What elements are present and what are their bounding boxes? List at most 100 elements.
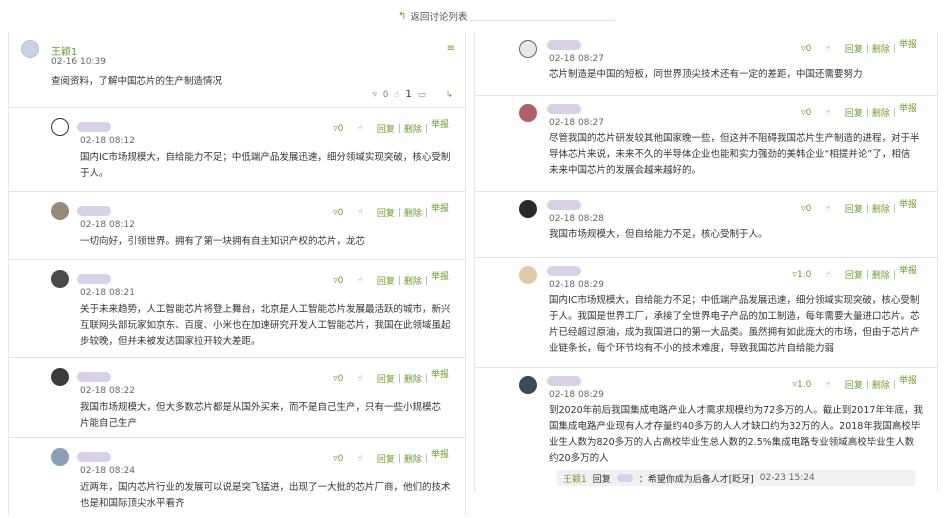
dislike-button[interactable]: ▿0 — [333, 208, 343, 218]
report-button[interactable]: 举报 — [899, 37, 917, 50]
avatar[interactable] — [51, 202, 69, 220]
blurred-username — [616, 474, 633, 482]
report-button[interactable]: 举报 — [431, 201, 449, 214]
delete-button[interactable]: 删除 — [872, 378, 890, 391]
dislike-button[interactable]: ▿0 — [801, 204, 811, 214]
right-column: 02-18 08:27 芯片制造是中国的短板，同世界顶尖技术还有一定的差距，中国… — [474, 32, 938, 492]
delete-button[interactable]: 删除 — [872, 42, 890, 55]
sub-reply-user[interactable]: 王颖1 — [563, 472, 587, 485]
delete-button[interactable]: 删除 — [872, 202, 890, 215]
dislike-button[interactable]: ▿0 — [801, 108, 811, 118]
blurred-username — [547, 104, 581, 114]
avatar[interactable] — [51, 118, 69, 136]
list-menu-icon[interactable]: ≡ — [447, 43, 455, 54]
avatar[interactable] — [51, 368, 69, 386]
reply-item: 02-18 08:27 芯片制造是中国的短板，同世界顶尖技术还有一定的差距，中国… — [475, 32, 937, 96]
reply-actions: ▿0 ☝ 回复 | 删除 | 举报 — [333, 272, 449, 287]
thumb-up-icon[interactable]: ☝ — [357, 454, 362, 464]
reply-actions: ▿0 ☝ 回复 | 删除 | 举报 — [333, 450, 449, 465]
reply-button[interactable]: 回复 — [377, 274, 395, 287]
thumb-up-icon[interactable]: ☝ — [357, 276, 362, 286]
reply-button[interactable]: 回复 — [377, 372, 395, 385]
reply-actions: ▿1.0 ☝ 回复 | 删除 | 举报 — [793, 376, 917, 391]
sub-reply-time: 02-23 15:24 — [759, 473, 815, 483]
thumb-up-icon[interactable]: ☝ — [825, 108, 830, 118]
thumb-up-icon[interactable]: ☝ — [394, 90, 399, 100]
reply-item: 02-18 08:12 一切向好，引领世界。拥有了第一块拥有自主知识产权的芯片，… — [9, 192, 465, 260]
reply-date: 02-18 08:28 — [549, 214, 604, 224]
blurred-username — [547, 40, 581, 50]
expand-icon[interactable]: ↳ — [446, 90, 453, 100]
reply-button[interactable]: 回复 — [845, 202, 863, 215]
thumb-up-icon[interactable]: ☝ — [825, 204, 830, 214]
avatar[interactable] — [519, 200, 537, 218]
delete-button[interactable]: 删除 — [404, 372, 422, 385]
report-button[interactable]: 举报 — [899, 263, 917, 276]
reply-text: 尽管我国的芯片研发较其他国家晚一些，但这并不阻碍我国芯片生产制造的进程，对于半导… — [549, 133, 920, 176]
thumb-down-icon[interactable]: ▿ — [373, 90, 377, 100]
avatar[interactable] — [51, 270, 69, 288]
avatar[interactable] — [51, 448, 69, 466]
reply-date: 02-18 08:29 — [549, 390, 604, 400]
avatar[interactable] — [519, 104, 537, 122]
avatar[interactable] — [519, 266, 537, 284]
blurred-username — [547, 200, 581, 210]
original-post: 王颖1 02-16 10:39 查阅资料，了解中国芯片的生产制造情况 ≡ ▿ 0… — [9, 32, 465, 108]
report-button[interactable]: 举报 — [899, 373, 917, 386]
dislike-button[interactable]: ▿1.0 — [793, 380, 812, 390]
sub-reply: 王颖1 回复 ：希望你成为后备人才[眨牙] 02-23 15:24 — [557, 470, 915, 486]
reply-button[interactable]: 回复 — [377, 206, 395, 219]
report-button[interactable]: 举报 — [899, 197, 917, 210]
dislike-button[interactable]: ▿0 — [333, 276, 343, 286]
delete-button[interactable]: 删除 — [404, 452, 422, 465]
avatar[interactable] — [519, 40, 537, 58]
back-to-list-link[interactable]: ↰ 返回讨论列表 — [398, 9, 467, 24]
report-button[interactable]: 举报 — [431, 117, 449, 130]
reply-date: 02-18 08:12 — [80, 220, 135, 230]
reply-button[interactable]: 回复 — [377, 452, 395, 465]
dislike-button[interactable]: ▿1.0 — [793, 270, 812, 280]
delete-button[interactable]: 删除 — [872, 106, 890, 119]
report-button[interactable]: 举报 — [431, 269, 449, 282]
thumb-up-icon[interactable]: ☝ — [825, 270, 830, 280]
dislike-button[interactable]: ▿0 — [333, 374, 343, 384]
blurred-username — [77, 274, 111, 284]
delete-button[interactable]: 删除 — [872, 268, 890, 281]
thumb-up-icon[interactable]: ☝ — [357, 208, 362, 218]
thumb-up-icon[interactable]: ☝ — [357, 374, 362, 384]
report-button[interactable]: 举报 — [431, 367, 449, 380]
avatar[interactable] — [519, 376, 537, 394]
reply-actions: ▿0 ☝ 回复 | 删除 | 举报 — [333, 120, 449, 135]
reply-button[interactable]: 回复 — [845, 42, 863, 55]
reply-button[interactable]: 回复 — [845, 268, 863, 281]
dislike-button[interactable]: ▿0 — [333, 124, 343, 134]
avatar[interactable] — [21, 40, 39, 58]
thumb-up-icon[interactable]: ☝ — [357, 124, 362, 134]
divider — [470, 20, 615, 21]
reply-item: 02-18 08:28 我国市场规模大，但自给能力不足，核心受制于人。 ▿0 ☝… — [475, 192, 937, 258]
reply-date: 02-18 08:21 — [80, 288, 135, 298]
dislike-button[interactable]: ▿0 — [801, 44, 811, 54]
delete-button[interactable]: 删除 — [404, 274, 422, 287]
reply-button[interactable]: 回复 — [845, 378, 863, 391]
reply-text: 一切向好，引领世界。拥有了第一块拥有自主知识产权的芯片，龙芯 — [80, 236, 366, 247]
reply-item: 02-18 08:29 到2020年前后我国集成电路产业人才需求规模约为72多万… — [475, 368, 937, 492]
reply-button[interactable]: 回复 — [845, 106, 863, 119]
comment-icon[interactable]: ▭ — [418, 90, 426, 100]
post-author[interactable]: 王颖1 — [51, 43, 77, 58]
report-button[interactable]: 举报 — [899, 101, 917, 114]
reply-text: 到2020年前后我国集成电路产业人才需求规模约为72多万的人。截止到2017年年… — [549, 405, 923, 464]
reply-date: 02-18 08:24 — [80, 466, 135, 476]
reply-actions: ▿0 ☝ 回复 | 删除 | 举报 — [801, 200, 917, 215]
report-button[interactable]: 举报 — [431, 447, 449, 460]
post-stats: ▿ 0 ☝ 1 ▭ ↳ — [373, 89, 453, 100]
delete-button[interactable]: 删除 — [404, 122, 422, 135]
thumb-up-icon[interactable]: ☝ — [825, 380, 830, 390]
delete-button[interactable]: 删除 — [404, 206, 422, 219]
thumb-up-icon[interactable]: ☝ — [825, 44, 830, 54]
reply-list: 02-18 08:12 国内IC市场规模大，自给能力不足；中低端产品发展迅速，细… — [9, 108, 465, 516]
post-text: 查阅资料，了解中国芯片的生产制造情况 — [51, 76, 223, 87]
reply-button[interactable]: 回复 — [377, 122, 395, 135]
like-count: 1 — [405, 89, 412, 100]
dislike-button[interactable]: ▿0 — [333, 454, 343, 464]
